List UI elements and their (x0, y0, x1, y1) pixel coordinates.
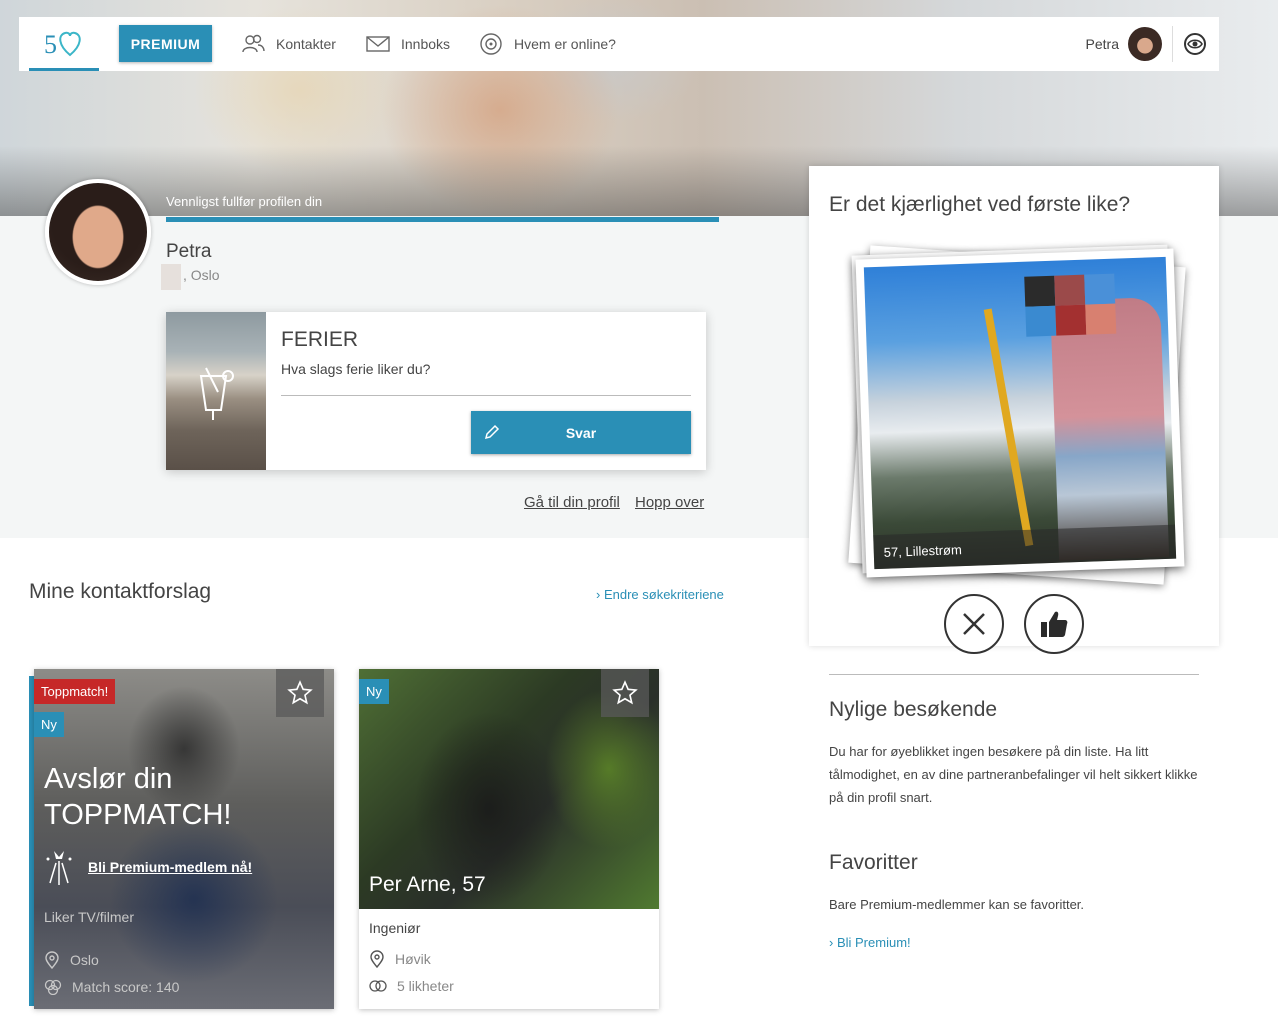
pixelated-face (1055, 304, 1087, 336)
edit-search-criteria-label: Endre søkekriteriene (603, 587, 724, 602)
top-navbar: 5 PREMIUM Kontakter Innboks Hvem er onli… (19, 17, 1219, 71)
favorite-star-button[interactable] (601, 669, 649, 717)
like-game-title: Er det kjærlighet ved første like? (829, 193, 1131, 216)
premium-button[interactable]: PREMIUM (119, 25, 212, 62)
profile-avatar[interactable] (45, 179, 151, 285)
pixelated-face (1054, 274, 1086, 306)
contact-occupation: Ingeniør (369, 920, 421, 936)
nav-divider (1172, 26, 1173, 62)
similarities-icon (369, 980, 387, 992)
premium-cta[interactable]: Bli Premium-medlem nå! (44, 847, 252, 887)
become-premium-favorites-link[interactable]: › Bli Premium! (829, 935, 911, 950)
answer-button-label: Svar (565, 424, 597, 441)
profile-city: , Oslo (183, 267, 220, 283)
like-game-panel: Er det kjærlighet ved første like? 57, L… (809, 166, 1219, 654)
location-row: Oslo (44, 951, 99, 969)
become-premium-favorites-label: Bli Premium! (836, 935, 911, 950)
match-score-row: Match score: 140 (44, 979, 179, 995)
nav-online[interactable]: Hvem er online? (479, 17, 616, 71)
profile-question-card: FERIER Hva slags ferie liker du? Svar (166, 312, 706, 470)
edit-search-criteria-link[interactable]: › Endre søkekriteriene (596, 587, 724, 602)
cocktail-icon (199, 367, 234, 420)
answer-button[interactable]: Svar (471, 411, 691, 454)
candidate-photo-card[interactable]: 57, Lillestrøm (855, 248, 1185, 578)
online-radar-icon (480, 33, 502, 55)
become-premium-link[interactable]: Bli Premium-medlem nå! (88, 859, 252, 875)
dislike-button[interactable] (944, 594, 1004, 654)
toppmatch-badge: Toppmatch! (34, 679, 116, 704)
similarities-count: 5 likheter (397, 978, 454, 994)
user-menu[interactable]: Petra (1086, 17, 1219, 71)
skip-link[interactable]: Hopp over (635, 494, 704, 511)
star-icon (612, 680, 638, 705)
svg-text:5: 5 (44, 30, 57, 59)
profile-progress-bar (166, 217, 719, 222)
goto-profile-link[interactable]: Gå til din profil (524, 494, 620, 511)
location-pin-icon (370, 950, 384, 968)
contact-name-age: Per Arne, 57 (369, 873, 486, 896)
match-score-icon (44, 979, 62, 995)
contacts-icon (242, 34, 265, 53)
pixelated-face (1084, 273, 1116, 305)
nav-inbox-label: Innboks (401, 36, 451, 52)
similarities-row: 5 likheter (369, 978, 454, 994)
candidate-caption: 57, Lillestrøm (873, 524, 1177, 570)
profile-name: Petra (166, 241, 212, 262)
pixelated-face (1025, 305, 1057, 337)
user-avatar[interactable] (1128, 27, 1162, 61)
pixelated-face (1024, 275, 1056, 307)
question-text: Hva slags ferie liker du? (281, 361, 431, 377)
logo-50-heart-icon: 5 (44, 30, 81, 59)
profile-progress-title: Vennligst fullfør profilen din (166, 194, 323, 209)
recent-visitors-text: Du har for øyeblikket ingen besøkere på … (829, 744, 1198, 805)
thumbs-up-icon (1041, 611, 1068, 637)
nav-user-name: Petra (1085, 36, 1119, 52)
star-icon (287, 680, 313, 705)
visibility-eye-icon[interactable] (1183, 32, 1207, 56)
location-row: Høvik (369, 950, 431, 968)
reveal-topmatch-title: Avslør din TOPPMATCH! (44, 763, 232, 831)
photo-person (1050, 297, 1170, 561)
profile-progress-fill (166, 217, 719, 222)
beach-image (166, 312, 266, 470)
suggestions-title: Mine kontaktforslag (29, 580, 212, 603)
nav-inbox[interactable]: Innboks (366, 17, 450, 71)
location-pin-icon (45, 951, 59, 969)
contact-card[interactable]: Ny Per Arne, 57 Ingeniør Høvik 5 likhete… (359, 669, 659, 1009)
new-badge: Ny (34, 712, 64, 737)
pencil-icon (484, 424, 500, 440)
envelope-icon (366, 36, 390, 52)
favorites-text: Bare Premium-medlemmer kan se favoritter… (829, 897, 1085, 912)
nav-online-label: Hvem er online? (514, 36, 616, 52)
favorite-star-button[interactable] (276, 669, 324, 717)
right-panel-divider (829, 674, 1199, 675)
logo-active-underline (29, 68, 99, 71)
like-button[interactable] (1024, 594, 1084, 654)
nav-contacts-label: Kontakter (276, 36, 336, 52)
photo-pole (983, 308, 1034, 547)
pixelated-face (1085, 303, 1117, 335)
interest-text: Liker TV/filmer (44, 909, 134, 925)
question-divider (281, 395, 691, 396)
card-city: Oslo (70, 952, 99, 968)
new-badge: Ny (359, 679, 389, 704)
match-score: Match score: 140 (72, 979, 180, 995)
candidate-photo: 57, Lillestrøm (863, 256, 1177, 570)
site-logo[interactable]: 5 (29, 17, 99, 71)
profile-age-redacted (161, 264, 181, 290)
question-category: FERIER (281, 328, 359, 351)
close-icon (963, 613, 985, 635)
recent-visitors-title: Nylige besøkende (829, 698, 998, 721)
photo-stack: 57, Lillestrøm (848, 242, 1189, 592)
favorites-title: Favoritter (829, 851, 918, 874)
fireworks-icon (46, 851, 72, 885)
contact-city: Høvik (395, 951, 431, 967)
topmatch-card[interactable]: Toppmatch! Ny Avslør din TOPPMATCH! Bli … (34, 669, 334, 1009)
nav-contacts[interactable]: Kontakter (241, 17, 336, 71)
